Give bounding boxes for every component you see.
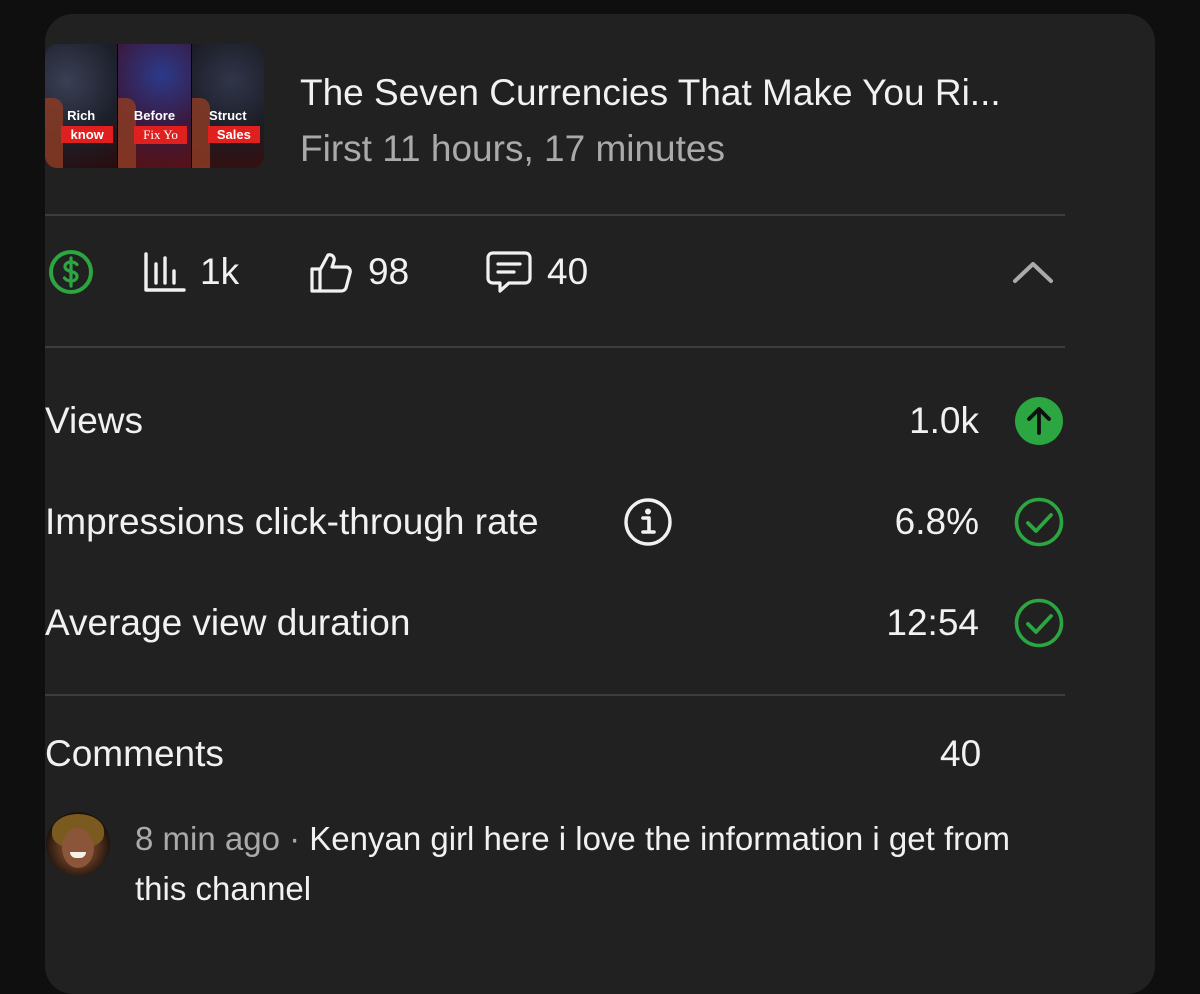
metric-row-views[interactable]: Views 1.0k: [45, 391, 1065, 451]
comment-time: 8 min ago: [135, 820, 280, 857]
collapse-button[interactable]: [1011, 240, 1055, 304]
stats-row: 1k 98 40: [45, 240, 1065, 304]
latest-comment[interactable]: 8 min ago · Kenyan girl here i love the …: [135, 814, 1035, 914]
metric-row-ctr[interactable]: Impressions click-through rate 6.8%: [45, 492, 1065, 552]
thumbnail-panel: Struct Sales: [191, 44, 264, 168]
comments-count: 40: [940, 733, 982, 774]
thumbnail-panel: Rich know: [45, 44, 119, 168]
video-header[interactable]: Rich know Before Fix Yo Struct Sales The…: [45, 44, 1065, 169]
video-title[interactable]: The Seven Currencies That Make You Ri...: [300, 72, 1001, 114]
thumbnail-text: Struct: [209, 108, 247, 123]
thumbnail-text: Fix Yo: [134, 126, 187, 144]
metric-value: 12:54: [886, 602, 979, 643]
thumbnail-text: Rich: [67, 108, 96, 123]
info-icon[interactable]: [623, 497, 673, 547]
metric-label: Average view duration: [45, 602, 411, 643]
thumbnail-text: Before: [133, 108, 176, 123]
comments-count-stat: 40: [547, 251, 589, 292]
check-circle-icon: [1013, 597, 1065, 649]
arrow-up-circle-icon: [1013, 395, 1065, 447]
video-thumbnail[interactable]: Rich know Before Fix Yo Struct Sales: [45, 44, 264, 168]
metric-row-avd[interactable]: Average view duration 12:54: [45, 593, 1065, 653]
metric-value: 6.8%: [894, 501, 979, 542]
divider: [45, 346, 1065, 348]
comments-heading: Comments: [45, 733, 224, 774]
views-count: 1k: [200, 251, 240, 292]
divider: [45, 694, 1065, 696]
thumbnail-text: know: [61, 126, 114, 143]
dollar-circle-icon: [47, 248, 95, 296]
metric-label: Views: [45, 400, 144, 441]
views-stat[interactable]: 1k: [142, 240, 239, 304]
thumbs-up-icon: [308, 249, 354, 295]
monetization-status[interactable]: [47, 240, 95, 304]
metric-value: 1.0k: [909, 400, 979, 441]
avatar[interactable]: [46, 812, 110, 876]
metric-label: Impressions click-through rate: [45, 501, 539, 542]
video-timeframe: First 11 hours, 17 minutes: [300, 128, 725, 169]
comment-icon: [485, 249, 533, 295]
check-circle-icon: [1013, 496, 1065, 548]
thumbnail-text: Sales: [207, 126, 260, 143]
comment-separator: ·: [279, 820, 310, 857]
comments-stat[interactable]: 40: [485, 240, 588, 304]
thumbnail-panel: Before Fix Yo: [118, 44, 192, 168]
bar-chart-icon: [142, 250, 186, 294]
likes-stat[interactable]: 98: [308, 240, 409, 304]
divider: [45, 214, 1065, 216]
likes-count: 98: [368, 251, 410, 292]
chevron-up-icon: [1011, 257, 1055, 287]
